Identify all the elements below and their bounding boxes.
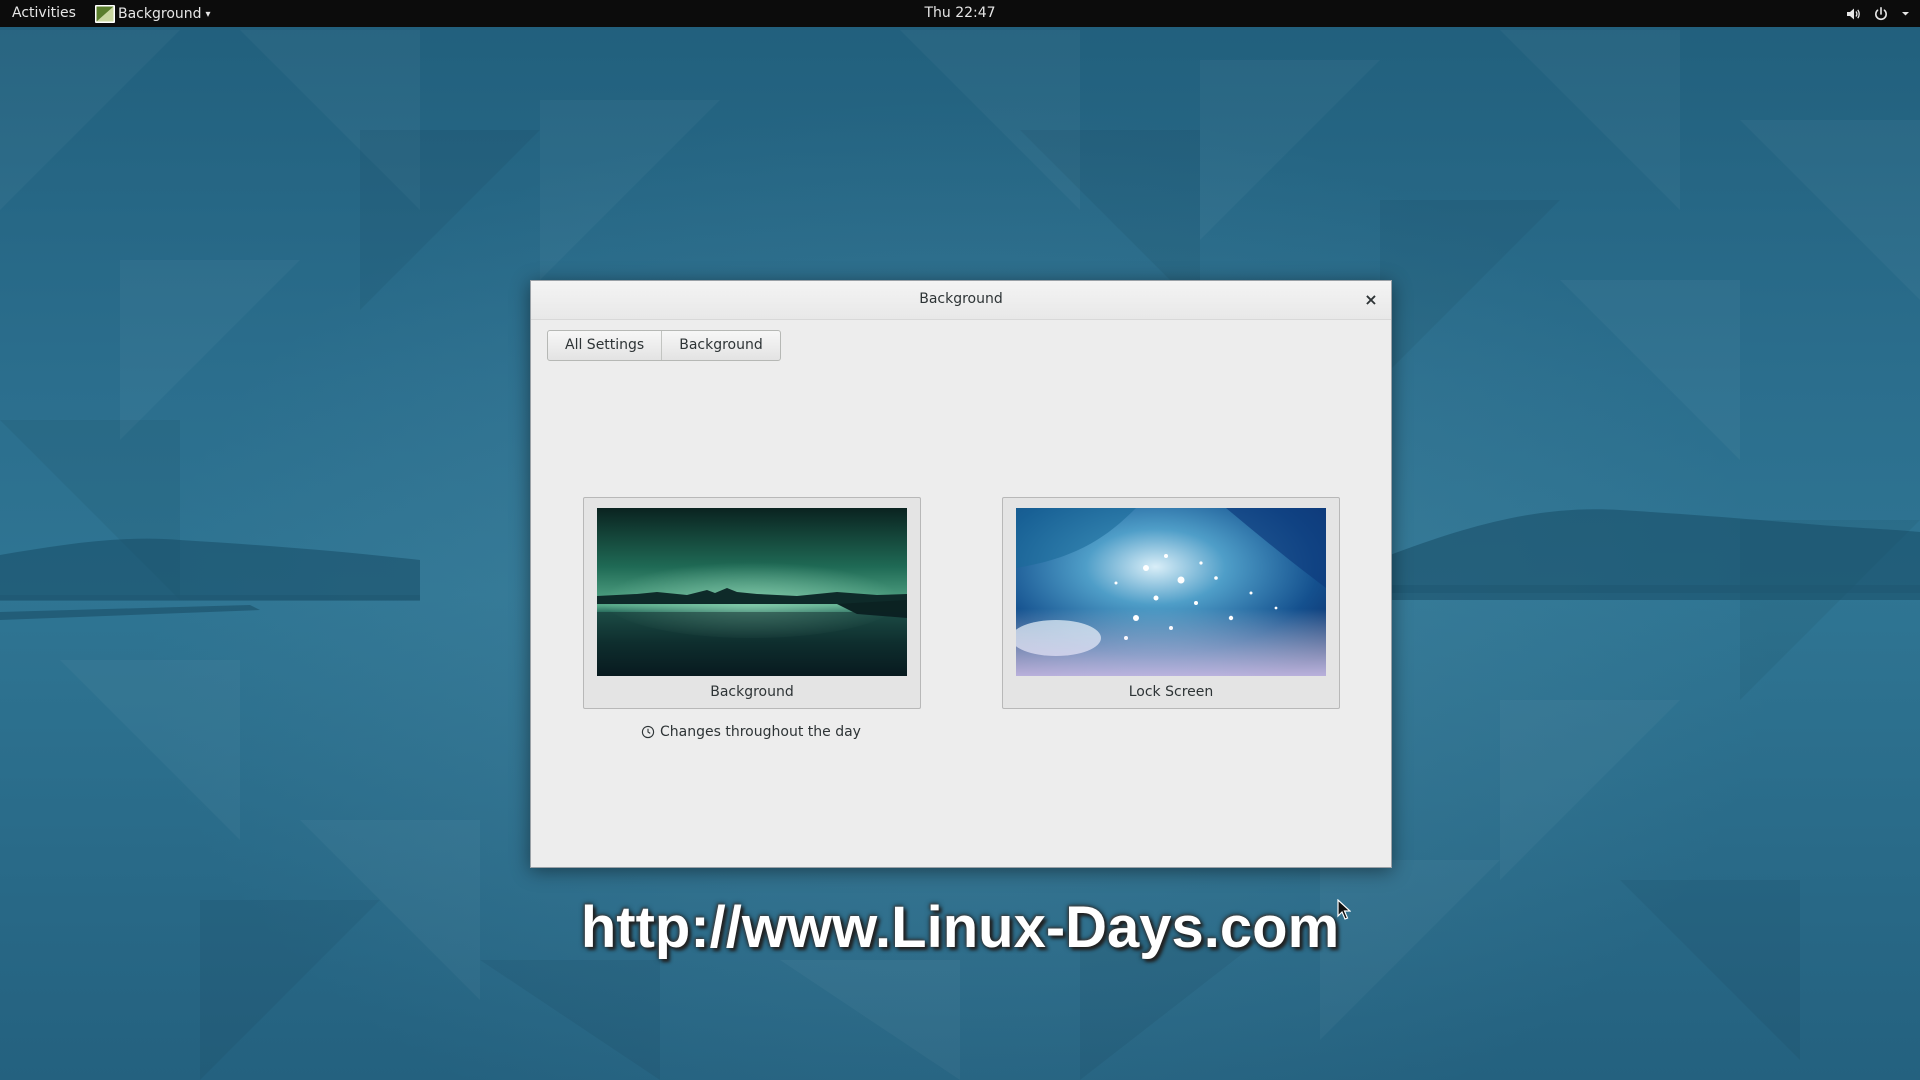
chevron-down-icon bbox=[1902, 12, 1909, 16]
lock-screen-card[interactable]: Lock Screen bbox=[1002, 497, 1340, 709]
power-icon bbox=[1875, 6, 1887, 20]
clock[interactable]: Thu 22:47 bbox=[924, 5, 995, 21]
lock-screen-card-label: Lock Screen bbox=[1128, 684, 1214, 700]
app-menu-label: Background bbox=[118, 5, 202, 22]
background-thumbnail bbox=[597, 508, 907, 676]
background-card[interactable]: Background bbox=[583, 497, 921, 709]
background-settings-window: Background × All Settings Background Bac… bbox=[530, 280, 1392, 868]
mouse-cursor-icon bbox=[1337, 899, 1351, 920]
background-card-label: Background bbox=[710, 684, 794, 700]
system-status-menu[interactable] bbox=[1845, 0, 1910, 27]
close-icon[interactable]: × bbox=[1361, 290, 1381, 310]
lock-screen-thumbnail bbox=[1016, 508, 1326, 676]
app-menu[interactable]: Background ▾ bbox=[94, 0, 211, 27]
background-app-icon bbox=[95, 4, 115, 23]
breadcrumb: All Settings Background bbox=[547, 330, 781, 361]
changes-indicator: Changes throughout the day bbox=[583, 724, 919, 740]
clock-icon bbox=[641, 725, 655, 739]
volume-icon bbox=[1847, 8, 1860, 19]
window-title: Background bbox=[919, 291, 1003, 307]
top-panel: Activities Background ▾ Thu 22:47 bbox=[0, 0, 1920, 27]
chevron-down-icon: ▾ bbox=[205, 9, 211, 20]
changes-label: Changes throughout the day bbox=[660, 724, 861, 740]
activities-button[interactable]: Activities bbox=[12, 5, 76, 21]
breadcrumb-background[interactable]: Background bbox=[661, 331, 780, 360]
window-titlebar[interactable]: Background × bbox=[531, 281, 1391, 320]
breadcrumb-all-settings[interactable]: All Settings bbox=[548, 331, 661, 360]
watermark-text: http://www.Linux-Days.com bbox=[580, 895, 1340, 960]
